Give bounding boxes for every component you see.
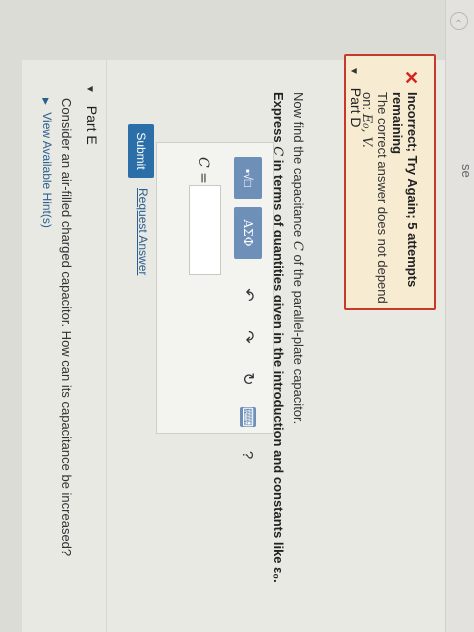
undo-icon[interactable]: ↶ [234, 281, 262, 309]
bottom-edge [0, 0, 22, 632]
part-d-instruction: Now find the capacitance C of the parall… [290, 92, 306, 424]
divider [106, 60, 107, 632]
part-e-title: Part E [84, 105, 100, 145]
part-d-header[interactable]: ▼ Part D [348, 66, 364, 127]
caret-down-icon: ▼ [84, 84, 95, 94]
part-e-question: Consider an air-filled charged capacitor… [59, 98, 74, 557]
redo-icon[interactable]: ↷ [234, 323, 262, 351]
left-gutter [0, 0, 474, 60]
instruction-var: C [290, 240, 305, 251]
view-hints-label: View Available Hint(s) [40, 112, 54, 228]
caret-down-icon: ▼ [348, 66, 359, 76]
caret-right-icon: ▶ [41, 98, 51, 105]
view-hints-link[interactable]: ▶ View Available Hint(s) [40, 98, 54, 228]
request-answer-link[interactable]: Request Answer [136, 188, 150, 275]
math-toolbar: ▪√□ ΑΣΦ ↶ ↷ ↻ ⌨ ? [233, 157, 263, 469]
chevron-icon[interactable]: ‹ [450, 12, 468, 30]
error-x-icon: ✕ [401, 70, 421, 86]
instruction-text-b: of the parallel-plate capacitor. [291, 250, 306, 425]
answer-box: ▪√□ ΑΣΦ ↶ ↷ ↻ ⌨ ? C = [156, 142, 274, 459]
part-d-title: Part D [348, 87, 364, 128]
submit-button[interactable]: Submit [128, 124, 154, 178]
page-rotated: ‹ se ✕ Incorrect; Try Again; 5 attempts … [0, 0, 474, 632]
instruction-text-a: Now find the capacitance [291, 92, 306, 241]
feedback-title: Incorrect; Try Again; 5 attempts remaini… [390, 92, 420, 288]
keyboard-icon[interactable]: ⌨ [240, 407, 257, 427]
help-button[interactable]: ? [234, 441, 262, 469]
greek-symbols-button[interactable]: ΑΣΦ [234, 207, 262, 259]
express-text-a: Express [271, 92, 286, 147]
templates-button[interactable]: ▪√□ [234, 157, 262, 199]
reset-icon[interactable]: ↻ [234, 365, 262, 393]
cut-off-label: se [459, 164, 474, 178]
answer-input[interactable] [189, 185, 221, 275]
answer-label: C = [195, 157, 211, 184]
part-e-header[interactable]: ▼ Part E [84, 84, 100, 145]
top-bar: ‹ se [445, 0, 474, 632]
